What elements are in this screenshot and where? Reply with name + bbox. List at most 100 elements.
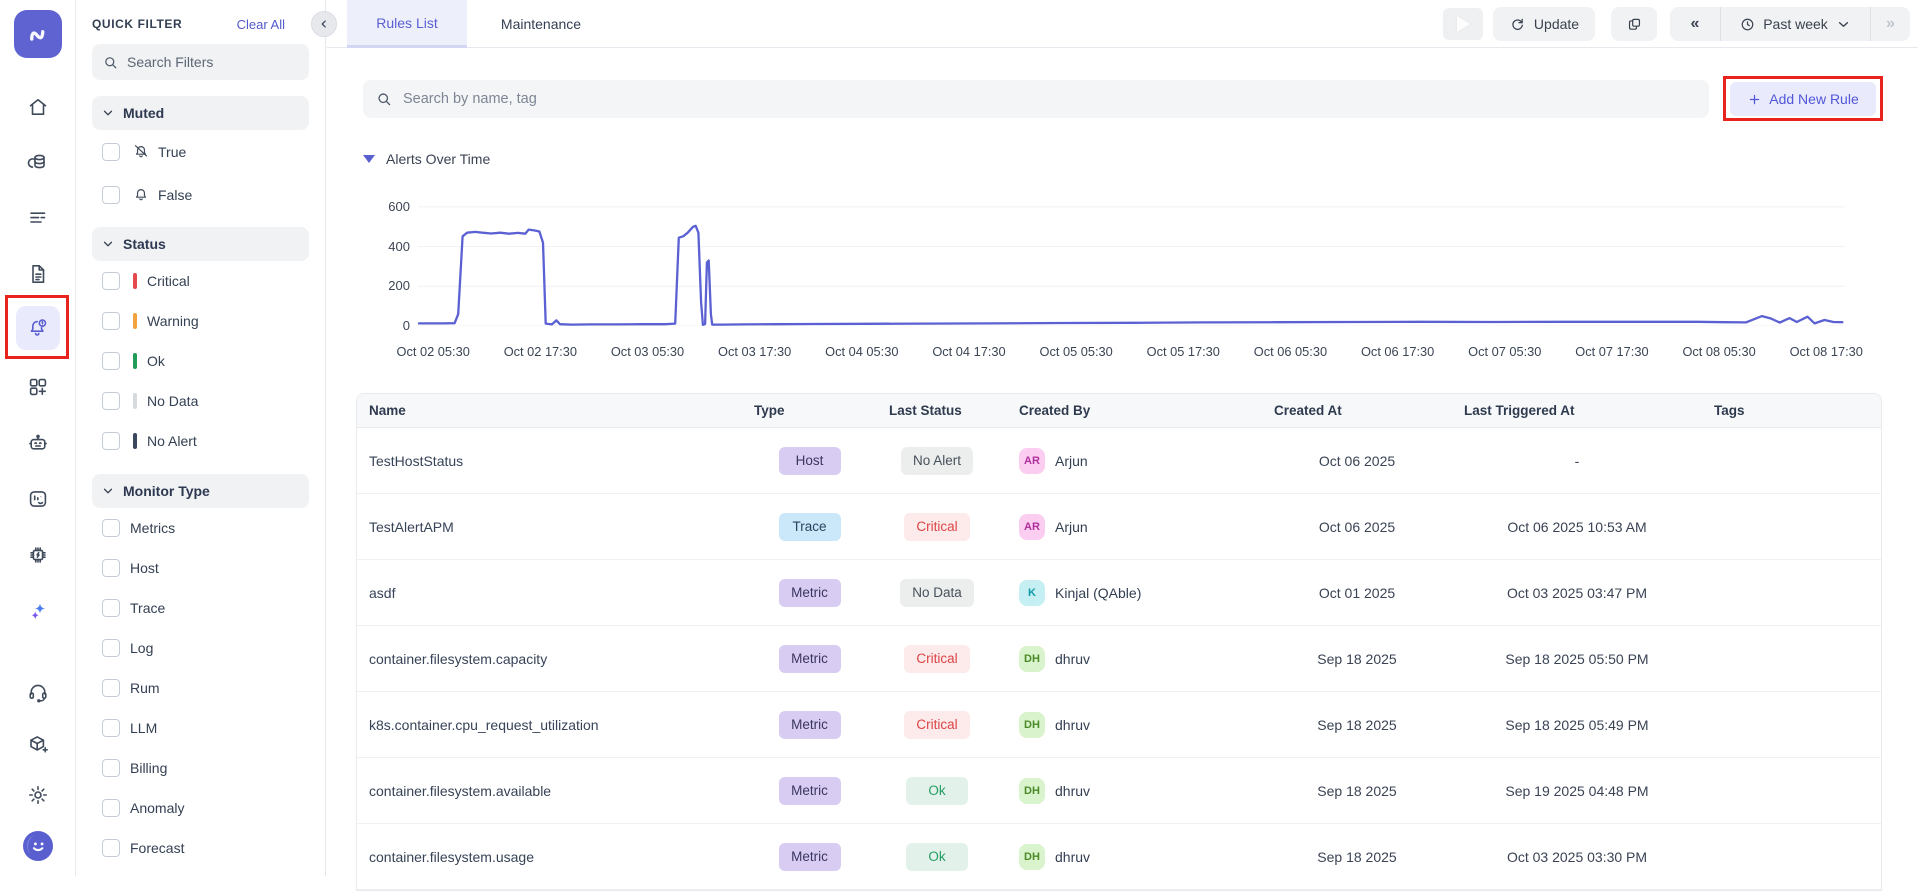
x-tick-label: Oct 08 17:30 [1766,344,1886,359]
alerts-chart-title: Alerts Over Time [386,151,490,167]
nav-item-pipelines[interactable] [16,196,60,240]
last-triggered-at: Oct 06 2025 10:53 AM [1452,519,1702,535]
nav-item-settings[interactable] [16,773,60,817]
x-tick-label: Oct 04 17:30 [909,344,1029,359]
checkbox[interactable] [102,186,120,204]
update-button[interactable]: Update [1493,7,1595,41]
last-triggered-at: Sep 19 2025 04:48 PM [1452,783,1702,799]
nav-item-ai-assistant[interactable] [16,590,60,634]
filter-item-no-alert[interactable]: No Alert [92,421,309,461]
quick-filter-title: QUICK FILTER [92,17,182,31]
nav-item-reports[interactable] [16,477,60,521]
checkbox[interactable] [102,799,120,817]
filter-item-no-data[interactable]: No Data [92,381,309,421]
alerts-chart-header: Alerts Over Time [363,150,490,168]
filter-section-status[interactable]: Status [92,227,309,261]
filter-search[interactable] [92,44,309,80]
filter-item-critical[interactable]: Critical [92,261,309,301]
checkbox[interactable] [102,679,120,697]
logs-icon [26,262,50,286]
table-row[interactable]: asdf Metric No Data K Kinjal (QAble) Oct… [357,560,1881,626]
status-badge: Critical [904,513,969,541]
nav-item-alerts[interactable] [16,306,60,350]
checkbox[interactable] [102,559,120,577]
alerts-icon [26,316,50,340]
clear-all-link[interactable]: Clear All [237,17,285,32]
creator-avatar: DH [1019,646,1045,672]
table-row[interactable]: TestAlertAPM Trace Critical AR Arjun Oct… [357,494,1881,560]
filter-item-trace[interactable]: Trace [92,588,309,628]
home-icon [26,95,50,119]
table-row[interactable]: container.filesystem.available Metric Ok… [357,758,1881,824]
alerts-over-time-chart[interactable] [418,200,1845,326]
filter-item-billing[interactable]: Billing [92,748,309,788]
checkbox[interactable] [102,312,120,330]
time-range-next-button[interactable]: » [1870,7,1910,41]
tab-rules-list[interactable]: Rules List [347,0,467,48]
filter-item-llm[interactable]: LLM [92,708,309,748]
table-row[interactable]: container.filesystem.usage Metric Ok DH … [357,824,1881,890]
nav-item-processor[interactable] [16,533,60,577]
checkbox[interactable] [102,719,120,737]
filter-item-label: Anomaly [130,800,184,816]
nav-item-cloud-services[interactable] [16,140,60,184]
filter-item-label: No Data [147,393,198,409]
nav-item-support[interactable] [16,670,60,714]
checkbox[interactable] [102,143,120,161]
y-tick-label: 400 [370,239,410,254]
checkbox[interactable] [102,392,120,410]
app-logo[interactable] [14,10,62,58]
collapse-triangle-icon[interactable] [363,155,375,163]
filter-item-ok[interactable]: Ok [92,341,309,381]
table-row[interactable]: container.filesystem.capacity Metric Cri… [357,626,1881,692]
add-new-rule-button[interactable]: Add New Rule [1730,82,1876,116]
filter-item-host[interactable]: Host [92,548,309,588]
rules-search[interactable] [363,80,1709,118]
checkbox[interactable] [102,432,120,450]
filter-item-false[interactable]: False [92,173,309,216]
table-row[interactable]: k8s.container.cpu_request_utilization Me… [357,692,1881,758]
play-button[interactable] [1443,8,1483,40]
checkbox[interactable] [102,759,120,777]
checkbox[interactable] [102,272,120,290]
collapse-filters-button[interactable] [311,11,337,37]
filter-item-label: False [158,187,192,203]
time-range-value: Past week [1763,16,1828,32]
integrations-icon [26,733,50,757]
filter-section-monitor-type[interactable]: Monitor Type [92,474,309,508]
column-header-tags: Tags [1702,403,1881,418]
filter-item-log[interactable]: Log [92,628,309,668]
nav-item-integrations[interactable] [16,723,60,767]
nav-item-home[interactable] [16,85,60,129]
time-range-prev-button[interactable]: « [1670,7,1720,41]
filter-item-rum[interactable]: Rum [92,668,309,708]
nav-item-profile[interactable] [16,824,60,868]
creator-avatar: AR [1019,514,1045,540]
filter-item-anomaly[interactable]: Anomaly [92,788,309,828]
nav-rail [0,0,76,876]
time-range-selector[interactable]: Past week [1720,7,1870,41]
checkbox[interactable] [102,599,120,617]
nav-item-logs[interactable] [16,252,60,296]
checkbox[interactable] [102,519,120,537]
type-badge: Metric [779,579,841,607]
type-badge: Metric [779,843,841,871]
nav-item-dashboards[interactable] [16,365,60,409]
checkbox[interactable] [102,639,120,657]
filter-item-warning[interactable]: Warning [92,301,309,341]
rules-search-input[interactable] [403,91,1697,107]
filter-item-forecast[interactable]: Forecast [92,828,309,868]
created-at: Sep 18 2025 [1262,849,1452,865]
copy-button[interactable] [1611,7,1657,41]
double-chevron-right-icon: » [1886,15,1895,33]
tab-maintenance[interactable]: Maintenance [490,0,592,48]
filter-item-metrics[interactable]: Metrics [92,508,309,548]
creator-avatar: K [1019,580,1045,606]
filter-section-muted[interactable]: Muted [92,96,309,130]
table-row[interactable]: TestHostStatus Host No Alert AR Arjun Oc… [357,428,1881,494]
nav-item-automation-bot[interactable] [16,421,60,465]
checkbox[interactable] [102,839,120,857]
filter-item-true[interactable]: True [92,130,309,173]
checkbox[interactable] [102,352,120,370]
filter-search-input[interactable] [127,54,299,70]
